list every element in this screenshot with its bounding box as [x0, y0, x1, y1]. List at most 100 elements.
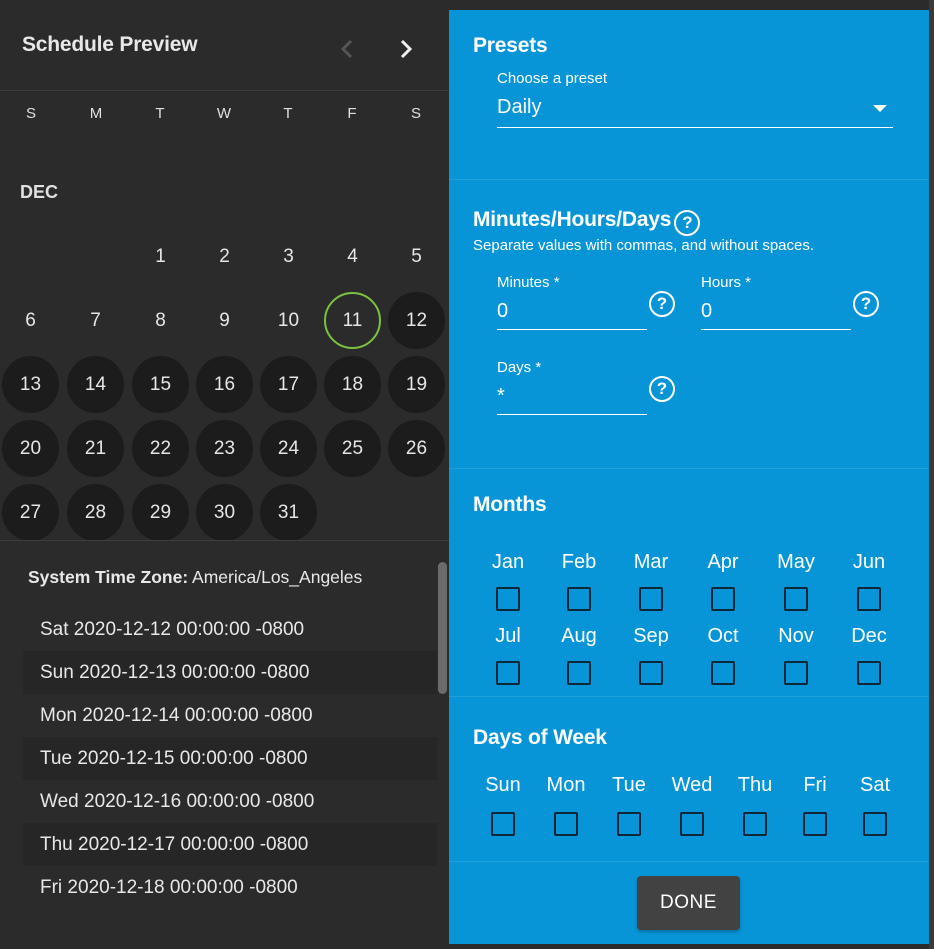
minutes-input[interactable]: 0: [497, 300, 647, 330]
cron-editor-panel: Presets Choose a preset Daily Minutes/Ho…: [449, 10, 929, 944]
list-item: Mon 2020-12-14 00:00:00 -0800: [40, 704, 313, 726]
calendar-day: 16: [196, 356, 253, 413]
cron-hint: Separate values with commas, and without…: [473, 237, 815, 254]
weekday-label: S: [25, 105, 36, 122]
calendar-day: 10: [277, 309, 300, 331]
months-section: Months Jan Feb Mar Apr May Jun Jul Aug Sep Oct Nov…: [449, 469, 929, 697]
month-checkbox-jan[interactable]: [496, 587, 520, 611]
month-checkbox-sep[interactable]: [639, 661, 663, 685]
calendar-day: 13: [2, 356, 59, 413]
calendar-day: 22: [132, 420, 189, 477]
weekday-label: T: [155, 105, 165, 122]
list-item: Tue 2020-12-15 00:00:00 -0800: [23, 737, 437, 780]
presets-title: Presets: [473, 34, 548, 57]
cron-title: Minutes/Hours/Days ?: [473, 204, 701, 236]
weekday-checkbox-mon[interactable]: [554, 812, 578, 836]
month-checkbox-aug[interactable]: [567, 661, 591, 685]
calendar-day: 26: [388, 420, 445, 477]
hours-input[interactable]: 0: [701, 300, 851, 330]
cron-title-text: Minutes/Hours/Days: [473, 208, 672, 231]
minutes-help-icon[interactable]: ?: [649, 291, 675, 317]
timezone-label: System Time Zone:: [28, 567, 189, 587]
days-help-icon[interactable]: ?: [649, 376, 675, 402]
calendar-day: 5: [411, 245, 422, 267]
help-icon[interactable]: ?: [674, 210, 701, 236]
calendar-day: 25: [324, 420, 381, 477]
month-checkbox-nov[interactable]: [784, 661, 808, 685]
weekday-label: T: [283, 105, 293, 122]
minutes-label: Minutes *: [497, 274, 560, 291]
next-month-button[interactable]: [393, 34, 419, 64]
weekday-label: W: [216, 105, 232, 122]
month-checkbox-feb[interactable]: [567, 587, 591, 611]
calendar-day: 31: [260, 484, 317, 541]
calendar-day: 1: [155, 245, 166, 267]
hours-help-icon[interactable]: ?: [853, 291, 879, 317]
cron-fields-section: Minutes/Hours/Days ? Separate values wit…: [449, 180, 929, 469]
month-checkbox-mar[interactable]: [639, 587, 663, 611]
list-item: Fri 2020-12-18 00:00:00 -0800: [40, 876, 298, 898]
month-checkbox-jun[interactable]: [857, 587, 881, 611]
system-timezone: System Time Zone: America/Los_Angeles: [28, 567, 362, 588]
weekday-label-thu: Thu: [737, 774, 773, 796]
weekday-checkbox-sat[interactable]: [863, 812, 887, 836]
calendar-day: 30: [196, 484, 253, 541]
month-label: DEC: [20, 182, 59, 202]
calendar-day: 28: [67, 484, 124, 541]
month-label-feb: Feb: [561, 551, 597, 573]
weekday-label: M: [89, 105, 103, 122]
weekday-label-fri: Fri: [803, 774, 827, 796]
month-label-oct: Oct: [707, 625, 739, 647]
month-label-jan: Jan: [491, 551, 525, 573]
weekday-label-tue: Tue: [612, 774, 646, 796]
calendar-day: 29: [132, 484, 189, 541]
month-checkbox-apr[interactable]: [711, 587, 735, 611]
list-item: Thu 2020-12-17 00:00:00 -0800: [23, 823, 437, 866]
weekday-label-sun: Sun: [485, 774, 521, 796]
calendar-day: 12: [388, 292, 445, 349]
month-checkbox-oct[interactable]: [711, 661, 735, 685]
prev-month-button[interactable]: [334, 34, 360, 64]
days-of-week-section: Days of Week Sun Mon Tue Wed Thu Fri Sat: [449, 697, 929, 862]
preset-select[interactable]: Daily: [497, 96, 893, 128]
weekday-label: F: [347, 105, 357, 122]
window-edge: [929, 0, 934, 949]
month-label-jul: Jul: [495, 625, 521, 647]
calendar-day: 8: [155, 309, 166, 331]
weekday-checkbox-fri[interactable]: [803, 812, 827, 836]
list-item: Sat 2020-12-12 00:00:00 -0800: [40, 618, 305, 640]
month-checkbox-dec[interactable]: [857, 661, 881, 685]
weekday-checkbox-sun[interactable]: [491, 812, 515, 836]
weekday-label-wed: Wed: [671, 774, 713, 796]
dropdown-arrow-icon: [873, 105, 887, 112]
month-checkbox-jul[interactable]: [496, 661, 520, 685]
preset-selected-value: Daily: [497, 96, 542, 118]
weekday-checkbox-thu[interactable]: [743, 812, 767, 836]
done-button[interactable]: DONE: [637, 876, 740, 930]
calendar-day: 4: [347, 245, 358, 267]
month-checkbox-may[interactable]: [784, 587, 808, 611]
weekday-checkbox-wed[interactable]: [680, 812, 704, 836]
calendar-day: 23: [196, 420, 253, 477]
calendar-day: 27: [2, 484, 59, 541]
weekday-header-row: S M T W T F S: [0, 90, 449, 136]
calendar-day: 9: [219, 309, 230, 331]
months-title: Months: [473, 493, 547, 516]
timezone-value: America/Los_Angeles: [192, 567, 363, 587]
calendar-day: 20: [2, 420, 59, 477]
month-label-mar: Mar: [633, 551, 669, 573]
calendar-day: 7: [90, 309, 101, 331]
month-label-nov: Nov: [778, 625, 814, 647]
hours-label: Hours *: [701, 274, 752, 291]
chevron-left-icon: [340, 39, 353, 59]
calendar-day: 21: [67, 420, 124, 477]
days-input[interactable]: *: [497, 385, 647, 415]
scrollbar[interactable]: [438, 562, 447, 694]
month-label-sep: Sep: [633, 625, 669, 647]
calendar-day: 19: [388, 356, 445, 413]
calendar-day: 2: [219, 245, 230, 267]
month-label-aug: Aug: [561, 625, 597, 647]
month-label-apr: Apr: [707, 551, 739, 573]
month-label-jun: Jun: [852, 551, 886, 573]
weekday-checkbox-tue[interactable]: [617, 812, 641, 836]
